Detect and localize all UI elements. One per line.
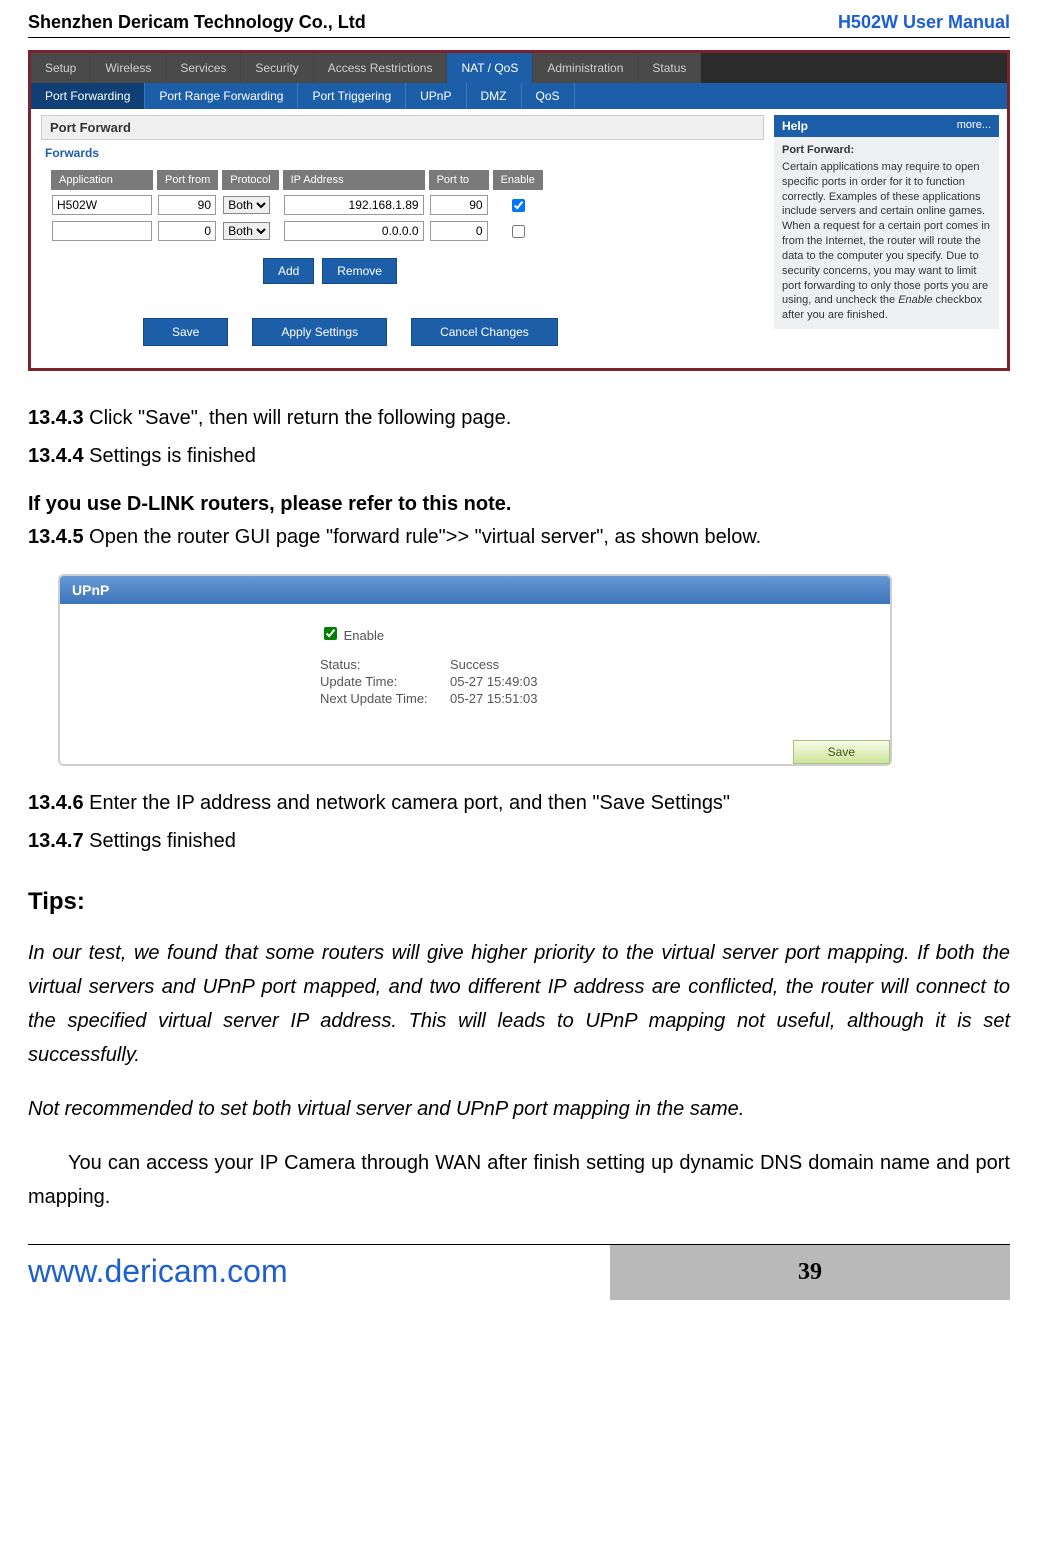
upnp-next-update-value: 05-27 15:51:03 — [450, 691, 537, 706]
help-text-pre: Certain applications may require to open… — [782, 161, 990, 307]
port-to-input[interactable] — [430, 221, 488, 241]
help-bar: Help more... — [774, 115, 999, 137]
upnp-enable-row: Enable — [320, 624, 890, 643]
tab-setup[interactable]: Setup — [31, 53, 91, 83]
ip-address-input[interactable] — [284, 221, 424, 241]
page-footer: www.dericam.com 39 — [28, 1244, 1010, 1300]
application-input[interactable] — [52, 195, 152, 215]
col-ip-address: IP Address — [283, 170, 425, 190]
help-heading: Port Forward: — [782, 143, 991, 158]
upnp-screenshot: UPnP Enable Status:Success Update Time:0… — [58, 574, 892, 766]
subtab-qos[interactable]: QoS — [522, 83, 575, 109]
save-button[interactable]: Save — [143, 318, 228, 346]
tab-wireless[interactable]: Wireless — [91, 53, 166, 83]
sub-tabs: Port Forwarding Port Range Forwarding Po… — [31, 83, 1007, 109]
col-enable: Enable — [493, 170, 543, 190]
tips-paragraph-3: You can access your IP Camera through WA… — [28, 1146, 1010, 1214]
help-title: Help — [782, 119, 808, 133]
header-company: Shenzhen Dericam Technology Co., Ltd — [28, 12, 366, 33]
upnp-save-button[interactable]: Save — [793, 740, 890, 764]
col-port-from: Port from — [157, 170, 218, 190]
dlink-note-heading: If you use D-LINK routers, please refer … — [28, 493, 1010, 516]
apply-settings-button[interactable]: Apply Settings — [252, 318, 387, 346]
tab-access-restrictions[interactable]: Access Restrictions — [314, 53, 448, 83]
forwards-label: Forwards — [45, 146, 764, 160]
footer-website: www.dericam.com — [28, 1245, 610, 1300]
tips-paragraph-1: In our test, we found that some routers … — [28, 936, 1010, 1072]
step-13-4-7: 13.4.7 Settings finished — [28, 824, 1010, 858]
subtab-dmz[interactable]: DMZ — [467, 83, 522, 109]
upnp-enable-label: Enable — [344, 628, 384, 643]
tips-paragraph-2: Not recommended to set both virtual serv… — [28, 1092, 1010, 1126]
tab-security[interactable]: Security — [241, 53, 313, 83]
help-more-link[interactable]: more... — [957, 119, 991, 133]
protocol-select[interactable]: Both — [223, 196, 270, 214]
subtab-upnp[interactable]: UPnP — [406, 83, 466, 109]
section-port-forward: Port Forward — [41, 115, 764, 140]
protocol-select[interactable]: Both — [223, 222, 270, 240]
remove-button[interactable]: Remove — [322, 258, 397, 284]
header-product: H502W User Manual — [838, 12, 1010, 33]
table-row: Both — [51, 194, 543, 216]
application-input[interactable] — [52, 221, 152, 241]
step-13-4-4: 13.4.4 Settings is finished — [28, 439, 1010, 473]
port-from-input[interactable] — [158, 195, 216, 215]
tab-nat-qos[interactable]: NAT / QoS — [447, 53, 533, 83]
col-port-to: Port to — [429, 170, 489, 190]
subtab-port-forwarding[interactable]: Port Forwarding — [31, 83, 145, 109]
upnp-status-label: Status: — [320, 657, 450, 672]
enable-checkbox[interactable] — [512, 225, 525, 238]
help-text-em: Enable — [898, 294, 932, 306]
upnp-update-value: 05-27 15:49:03 — [450, 674, 537, 689]
upnp-enable-checkbox[interactable] — [324, 627, 337, 640]
subtab-port-range-forwarding[interactable]: Port Range Forwarding — [145, 83, 298, 109]
upnp-update-label: Update Time: — [320, 674, 450, 689]
tab-administration[interactable]: Administration — [533, 53, 638, 83]
upnp-next-update-label: Next Update Time: — [320, 691, 450, 706]
tab-status[interactable]: Status — [638, 53, 701, 83]
ip-address-input[interactable] — [284, 195, 424, 215]
port-from-input[interactable] — [158, 221, 216, 241]
col-protocol: Protocol — [222, 170, 278, 190]
footer-page-number: 39 — [610, 1245, 1010, 1300]
add-button[interactable]: Add — [263, 258, 314, 284]
subtab-port-triggering[interactable]: Port Triggering — [298, 83, 406, 109]
router-port-forward-screenshot: Setup Wireless Services Security Access … — [28, 50, 1010, 371]
tips-heading: Tips: — [28, 888, 1010, 916]
step-13-4-5: 13.4.5 Open the router GUI page "forward… — [28, 520, 1010, 554]
cancel-changes-button[interactable]: Cancel Changes — [411, 318, 558, 346]
upnp-title: UPnP — [60, 576, 890, 604]
step-13-4-3: 13.4.3 Click "Save", then will return th… — [28, 401, 1010, 435]
tab-services[interactable]: Services — [166, 53, 241, 83]
col-application: Application — [51, 170, 153, 190]
port-to-input[interactable] — [430, 195, 488, 215]
help-body: Port Forward: Certain applications may r… — [774, 137, 999, 329]
enable-checkbox[interactable] — [512, 199, 525, 212]
table-row: Both — [51, 220, 543, 242]
step-13-4-6: 13.4.6 Enter the IP address and network … — [28, 786, 1010, 820]
page-header: Shenzhen Dericam Technology Co., Ltd H50… — [28, 12, 1010, 38]
upnp-status-value: Success — [450, 657, 499, 672]
top-tabs: Setup Wireless Services Security Access … — [31, 53, 1007, 83]
port-forward-table: Application Port from Protocol IP Addres… — [47, 166, 547, 246]
